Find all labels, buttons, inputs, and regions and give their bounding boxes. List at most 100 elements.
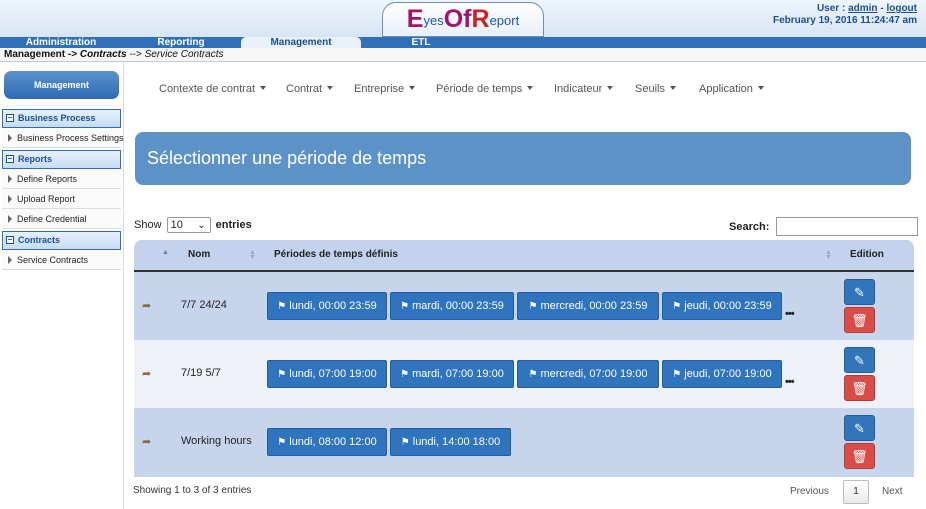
- delete-button[interactable]: 🗑: [844, 443, 875, 469]
- tag-icon: ⚑: [277, 437, 287, 448]
- table-row: ➦ 7/7 24/24 ⚑ lundi, 00:00 23:59 ⚑ mardi, …: [134, 272, 914, 340]
- menu-entreprise[interactable]: Entreprise: [354, 83, 416, 95]
- sidebar-item-upload-report[interactable]: Upload Report: [2, 189, 121, 209]
- caret-down-icon: [260, 86, 267, 90]
- tag-icon: ⚑: [277, 301, 287, 312]
- top-header: EyesOfReport User : admin - logout Febru…: [0, 0, 926, 37]
- column-header-periodes[interactable]: Périodes de temps définis: [274, 240, 398, 270]
- period-chip[interactable]: ⚑ mardi, 07:00 19:00: [390, 360, 514, 388]
- nav-tab-administration[interactable]: Administration: [0, 37, 122, 48]
- chip-label: lundi, 14:00 18:00: [412, 436, 501, 448]
- sidebar-item-define-reports[interactable]: Define Reports: [2, 169, 121, 189]
- entries-label: entries: [215, 219, 252, 231]
- nav-tab-etl[interactable]: ETL: [362, 37, 480, 48]
- sort-asc-icon[interactable]: ▲: [162, 249, 169, 260]
- trash-icon: 🗑: [851, 449, 868, 464]
- menu-contrat[interactable]: Contrat: [286, 83, 334, 95]
- chip-label: lundi, 00:00 23:59: [289, 300, 377, 312]
- caret-down-icon: [669, 86, 676, 90]
- share-arrow-icon: ➦: [142, 436, 152, 448]
- column-header-edition: Edition: [850, 249, 884, 260]
- menu-contexte-de-contrat[interactable]: Contexte de contrat: [159, 83, 267, 95]
- pagination-next[interactable]: Next: [882, 486, 903, 497]
- periods-table: ▲ Nom ▲ ▼ Périodes de temps définis ▲ ▼ Ed…: [134, 240, 914, 477]
- sort-icon[interactable]: ▲ ▼: [249, 249, 256, 261]
- chip-label: mardi, 00:00 23:59: [412, 300, 504, 312]
- breadcrumb: Management -> Contracts --> Service Cont…: [0, 48, 926, 62]
- menu-label: Application: [699, 83, 753, 95]
- user-name-link[interactable]: admin: [848, 3, 877, 14]
- pencil-icon: ✎: [854, 421, 865, 436]
- section-label: Reports: [18, 154, 53, 164]
- menu-label: Période de temps: [436, 83, 523, 95]
- logo-letter-e: E: [406, 5, 424, 33]
- user-line: User : admin - logout: [773, 3, 917, 15]
- sidebar-item-define-credential[interactable]: Define Credential: [2, 209, 121, 229]
- edit-button[interactable]: ✎: [844, 347, 875, 373]
- app-window: EyesOfReport User : admin - logout Febru…: [0, 0, 926, 509]
- period-chip[interactable]: ⚑ lundi, 14:00 18:00: [390, 428, 511, 456]
- menu-seuils[interactable]: Seuils: [635, 83, 676, 95]
- tag-icon: ⚑: [528, 301, 538, 312]
- logo-letter-r: R: [471, 5, 490, 33]
- sidebar-item-service-contracts[interactable]: Service Contracts: [2, 250, 121, 270]
- period-chip[interactable]: ⚑ jeudi, 07:00 19:00: [662, 360, 782, 388]
- collapse-icon[interactable]: −: [6, 114, 14, 122]
- tag-icon: ⚑: [400, 301, 410, 312]
- period-chip[interactable]: ⚑ mercredi, 07:00 19:00: [517, 360, 659, 388]
- caret-down-icon: [757, 86, 764, 90]
- sidebar-title[interactable]: Management: [4, 71, 119, 99]
- menu-application[interactable]: Application: [699, 83, 764, 95]
- share-arrow-icon: ➦: [142, 368, 152, 380]
- edit-button[interactable]: ✎: [844, 279, 875, 305]
- nav-tab-management[interactable]: Management: [241, 37, 361, 48]
- caret-down-icon: [607, 86, 614, 90]
- period-chip[interactable]: ⚑ jeudi, 00:00 23:59: [662, 292, 782, 320]
- menu-indicateur[interactable]: Indicateur: [554, 83, 614, 95]
- nav-tab-reporting[interactable]: Reporting: [122, 37, 240, 48]
- collapse-icon[interactable]: −: [6, 236, 14, 244]
- table-row: ➦ Working hours ⚑ lundi, 08:00 12:00 ⚑ lun…: [134, 408, 914, 476]
- collapse-icon[interactable]: −: [6, 155, 14, 163]
- sort-icon[interactable]: ▲ ▼: [825, 249, 832, 261]
- logout-link[interactable]: logout: [886, 3, 917, 14]
- row-name: 7/19 5/7: [181, 367, 221, 379]
- sidebar-section-business-process[interactable]: − Business Process: [2, 109, 121, 128]
- chevron-down-icon: ⌄: [197, 220, 206, 231]
- breadcrumb-service-contracts: Service Contracts: [144, 49, 224, 60]
- chip-label: mardi, 07:00 19:00: [412, 368, 504, 380]
- pagination-previous[interactable]: Previous: [790, 486, 829, 497]
- menu-label: Contrat: [286, 83, 323, 95]
- period-chip[interactable]: ⚑ lundi, 07:00 19:00: [267, 360, 387, 388]
- menu-periode-de-temps[interactable]: Période de temps: [436, 83, 534, 95]
- context-menu-bar: Contexte de contrat Contrat Entreprise P…: [124, 62, 926, 116]
- edit-button[interactable]: ✎: [844, 415, 875, 441]
- chip-label: mercredi, 07:00 19:00: [540, 368, 648, 380]
- trash-icon: 🗑: [851, 313, 868, 328]
- delete-button[interactable]: 🗑: [844, 375, 875, 401]
- period-chip[interactable]: ⚑ mercredi, 00:00 23:59: [517, 292, 659, 320]
- logo-text-eport: eport: [489, 13, 520, 28]
- column-header-nom[interactable]: Nom: [188, 240, 210, 270]
- user-info: User : admin - logout February 19, 2016 …: [773, 3, 917, 27]
- trash-icon: 🗑: [851, 381, 868, 396]
- entries-value: 10: [170, 219, 183, 231]
- section-label: Business Process: [18, 113, 96, 123]
- sidebar-section-reports[interactable]: − Reports: [2, 150, 121, 169]
- search-input[interactable]: [776, 217, 919, 236]
- menu-label: Contexte de contrat: [159, 83, 256, 95]
- period-chip[interactable]: ⚑ mardi, 00:00 23:59: [390, 292, 514, 320]
- more-ellipsis[interactable]: •••: [785, 308, 795, 320]
- sidebar: Management − Business Process Business Pr…: [0, 62, 124, 509]
- tag-icon: ⚑: [400, 437, 410, 448]
- delete-button[interactable]: 🗑: [844, 307, 875, 333]
- user-separator: -: [880, 3, 884, 14]
- sidebar-item-business-process-settings[interactable]: Business Process Settings: [2, 128, 124, 148]
- pagination-page[interactable]: 1: [843, 480, 869, 504]
- period-chip[interactable]: ⚑ lundi, 00:00 23:59: [267, 292, 387, 320]
- sidebar-section-contracts[interactable]: − Contracts: [2, 231, 121, 250]
- more-ellipsis[interactable]: •••: [785, 376, 795, 388]
- menu-label: Entreprise: [354, 83, 405, 95]
- period-chip[interactable]: ⚑ lundi, 08:00 12:00: [267, 428, 387, 456]
- entries-select[interactable]: 10 ⌄: [166, 217, 211, 233]
